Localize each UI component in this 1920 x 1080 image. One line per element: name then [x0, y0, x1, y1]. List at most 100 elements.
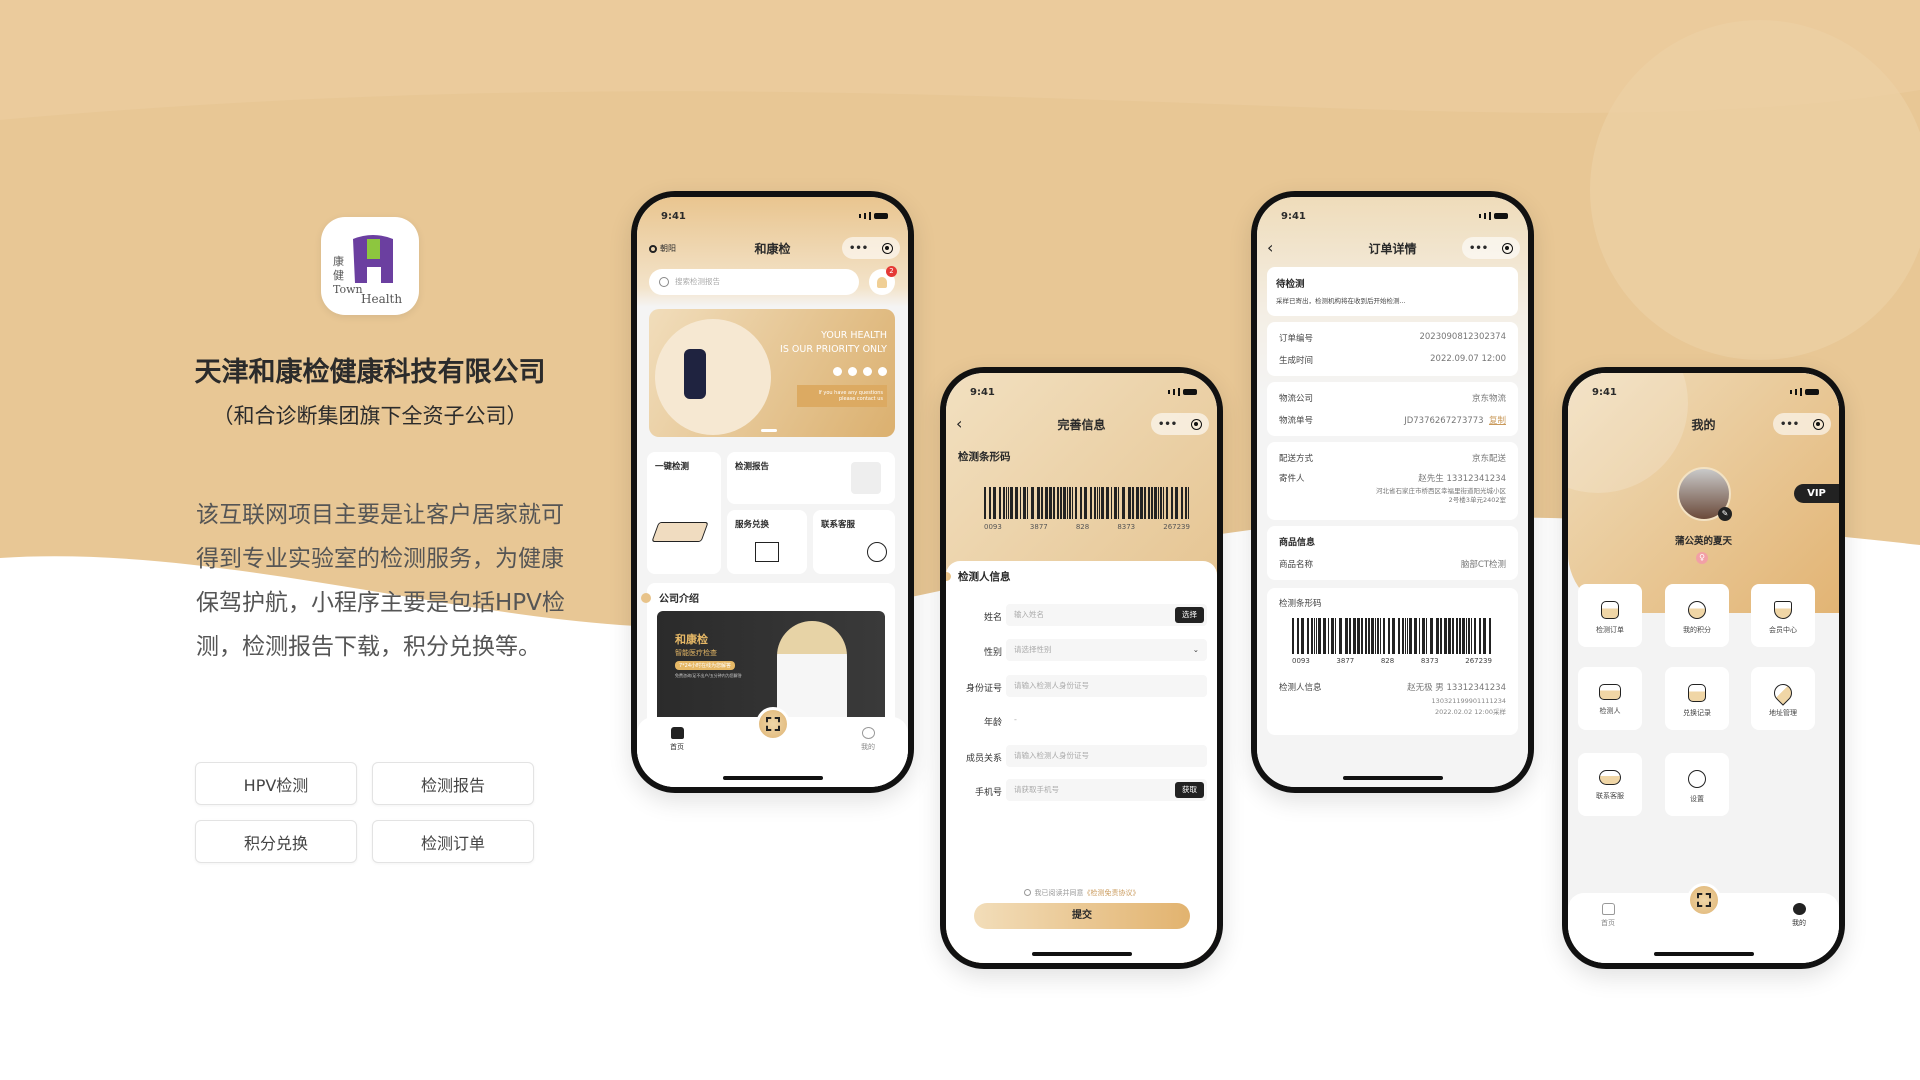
intro-pill: 7*24小时在线为您解答 — [675, 661, 736, 670]
vip-badge[interactable]: VIP — [1794, 484, 1839, 503]
tab-home[interactable]: 首页 — [657, 727, 697, 752]
user-icon — [1792, 903, 1806, 915]
status-time: 9:41 — [1281, 210, 1306, 222]
close-target-icon[interactable] — [1813, 418, 1825, 430]
notification-button[interactable]: 2 — [869, 266, 897, 295]
app-logo: 康 健 Town Health — [321, 217, 419, 315]
tag-points[interactable]: 积分兑换 — [195, 820, 357, 863]
submit-button[interactable]: 提交 — [974, 903, 1190, 929]
banner-line2: IS OUR PRIORITY ONLY — [780, 344, 887, 355]
mini-program-capsule[interactable]: ••• — [842, 237, 900, 259]
home-icon — [670, 727, 684, 739]
person-illustration — [684, 349, 706, 399]
gender-label: 性别 — [983, 648, 1002, 658]
edit-icon[interactable]: ✎ — [1718, 507, 1732, 521]
delivery-card: 配送方式 京东配送 寄件人 赵先生 13312341234 河北省石家庄市桥西区幸福… — [1267, 442, 1518, 520]
id-input[interactable]: 请输入检测人身份证号 — [1006, 675, 1207, 697]
more-icon[interactable]: ••• — [1780, 419, 1799, 430]
copy-link[interactable]: 复制 — [1489, 416, 1506, 426]
tag-orders[interactable]: 检测订单 — [372, 820, 534, 863]
menu-test-orders[interactable]: 检测订单 — [1578, 584, 1642, 647]
menu-points[interactable]: 我的积分 — [1665, 584, 1729, 647]
relation-input[interactable]: 请输入检测人身份证号 — [1006, 745, 1207, 767]
close-target-icon[interactable] — [882, 242, 894, 254]
home-indicator — [1653, 952, 1754, 956]
intro-tagline: 智能医疗检查 — [675, 649, 717, 657]
id-label: 身份证号 — [965, 684, 1002, 694]
logistics-card: 物流公司 京东物流 物流单号 JD7376267273773 复制 — [1267, 382, 1518, 436]
banner-icons — [833, 367, 887, 376]
mini-program-capsule[interactable]: ••• — [1773, 413, 1831, 435]
carousel-dots[interactable] — [761, 429, 777, 432]
select-button[interactable]: 选择 — [1175, 607, 1204, 623]
name-input[interactable]: 输入姓名 选择 — [1006, 604, 1207, 626]
agree-checkbox[interactable] — [1023, 889, 1031, 896]
mini-program-capsule[interactable]: ••• — [1462, 237, 1520, 259]
card-label: 联系客服 — [821, 520, 856, 530]
customer-service-card[interactable]: 联系客服 — [813, 510, 895, 574]
gender-select[interactable]: 请选择性别 ⌄ — [1006, 639, 1207, 661]
avatar[interactable]: ✎ — [1677, 467, 1732, 521]
tab-home[interactable]: 首页 — [1588, 903, 1628, 928]
menu-testers[interactable]: 检测人 — [1578, 667, 1642, 730]
sender-row: 寄件人 赵先生 13312341234 — [1279, 474, 1506, 484]
close-target-icon[interactable] — [1191, 418, 1203, 430]
logistics-row: 物流公司 京东物流 — [1279, 394, 1506, 404]
goods-card: 商品信息 商品名称 脑部CT检测 — [1267, 526, 1518, 580]
menu-address[interactable]: 地址管理 — [1751, 667, 1815, 730]
tag-hpv[interactable]: HPV检测 — [195, 762, 357, 805]
person-row: 检测人信息 赵无极 男 13312341234 — [1279, 683, 1506, 693]
search-input[interactable]: 搜索检测报告 — [649, 269, 859, 295]
agreement-link[interactable]: 《检测免责协议》 — [1084, 889, 1140, 897]
company-subsidiary: （和合诊断集团旗下全资子公司） — [212, 404, 528, 428]
section-dot — [946, 572, 951, 581]
quick-test-card[interactable]: 一键检测 — [647, 452, 721, 574]
female-icon: ♀ — [1696, 552, 1708, 564]
gift-icon — [755, 542, 779, 562]
service-exchange-card[interactable]: 服务兑换 — [727, 510, 807, 574]
menu-settings[interactable]: 设置 — [1665, 753, 1729, 816]
banner-line1: YOUR HEALTH — [821, 330, 887, 341]
tab-mine[interactable]: 我的 — [848, 727, 888, 752]
svg-text:Health: Health — [361, 292, 402, 306]
notification-badge: 2 — [886, 266, 897, 277]
status-time: 9:41 — [970, 386, 995, 398]
scan-button[interactable] — [1686, 883, 1721, 917]
user-icon — [861, 727, 875, 739]
project-description: 该互联网项目主要是让客户居家就可得到专业实验室的检测服务，为健康保驾护航，小程序… — [196, 502, 565, 660]
more-icon[interactable]: ••• — [1469, 243, 1488, 254]
signal-wifi-battery-icon — [859, 212, 888, 220]
agreement[interactable]: 我已阅读并同意《检测免责协议》 — [946, 888, 1217, 898]
menu-membership[interactable]: 会员中心 — [1751, 584, 1815, 647]
close-target-icon[interactable] — [1502, 242, 1514, 254]
test-report-card[interactable]: 检测报告 — [727, 452, 895, 504]
search-icon — [659, 277, 669, 287]
test-info-card: 检测条形码 0093 3877 828 8373 267239 检测人信息 赵无极 男 1… — [1267, 588, 1518, 735]
id-card-icon — [1599, 684, 1621, 700]
name-label: 姓名 — [983, 613, 1002, 623]
more-icon[interactable]: ••• — [1158, 419, 1177, 430]
diamond-icon — [1774, 601, 1792, 619]
banner[interactable]: YOUR HEALTH IS OUR PRIORITY ONLY If you h… — [649, 309, 895, 437]
get-phone-button[interactable]: 获取 — [1175, 782, 1204, 798]
menu-customer-service[interactable]: 联系客服 — [1578, 753, 1642, 816]
menu-exchange-records[interactable]: 兑换记录 — [1665, 667, 1729, 730]
phone-mine: 9:41 我的 ••• ✎ VIP 蒲公英的夏天 ♀ 检测订单 我的积分 会员中心… — [1562, 367, 1845, 969]
agent-icon — [867, 542, 887, 562]
phone-complete-info: 9:41 ‹ 完善信息 ••• 检测条形码 0093 3877 828 8373 26723… — [940, 367, 1223, 969]
tab-mine[interactable]: 我的 — [1779, 903, 1819, 928]
phone-input[interactable]: 请获取手机号 获取 — [1006, 779, 1207, 801]
barcode — [1292, 618, 1491, 654]
status-time: 9:41 — [1592, 386, 1617, 398]
mini-program-capsule[interactable]: ••• — [1151, 413, 1209, 435]
more-icon[interactable]: ••• — [849, 243, 868, 254]
age-value: - — [1014, 715, 1017, 724]
signal-wifi-battery-icon — [1790, 388, 1819, 396]
scan-button[interactable] — [755, 707, 790, 741]
points-icon — [1688, 601, 1706, 619]
qr-code-icon — [1696, 893, 1711, 907]
tag-report[interactable]: 检测报告 — [372, 762, 534, 805]
signal-wifi-battery-icon — [1168, 388, 1197, 396]
order-info-card: 订单编号 2023090812302374 生成时间 2022.09.07 12:0… — [1267, 322, 1518, 376]
delivery-row: 配送方式 京东配送 — [1279, 454, 1506, 464]
